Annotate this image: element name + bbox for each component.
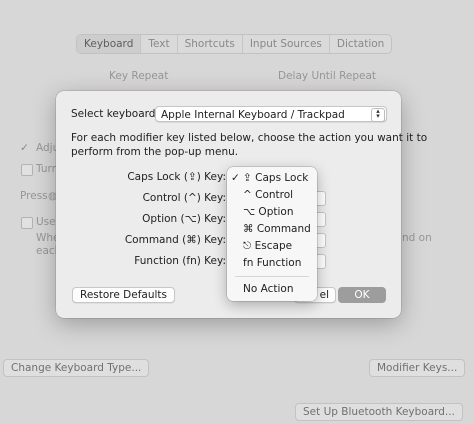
checkmark-icon: ✓ [231, 172, 240, 184]
menu-item-no-action[interactable]: No Action [243, 281, 294, 298]
select-keyboard-label: Select keyboard: [71, 108, 159, 120]
menu-separator [235, 276, 309, 277]
menu-item-option[interactable]: ⌥ Option [243, 204, 293, 221]
menu-item-escape[interactable]: ⎋ Escape [243, 238, 292, 255]
function-key-popup[interactable] [317, 254, 326, 269]
control-key-label: Control (^) Key: [142, 192, 226, 204]
menu-item-function[interactable]: fn Function [243, 255, 301, 272]
menu-item-command[interactable]: ⌘ Command [243, 221, 311, 238]
keyboard-select-value: Apple Internal Keyboard / Trackpad [161, 109, 345, 121]
restore-defaults-button[interactable]: Restore Defaults [72, 287, 176, 303]
ok-button[interactable]: OK [338, 287, 386, 303]
function-key-label: Function (fn) Key: [134, 255, 226, 267]
instructions-line1: For each modifier key listed below, choo… [71, 132, 428, 144]
option-key-popup[interactable] [317, 212, 326, 227]
control-key-popup[interactable] [317, 191, 326, 206]
menu-item-control[interactable]: ^ Control [243, 187, 293, 204]
modifier-action-menu: ✓ ⇪ Caps Lock ^ Control ⌥ Option ⌘ Comma… [227, 167, 317, 301]
option-key-label: Option (⌥) Key: [142, 213, 226, 225]
command-key-popup[interactable] [317, 233, 326, 248]
chevron-up-down-icon: ▴ ▾ [371, 108, 385, 122]
keyboard-select[interactable]: Apple Internal Keyboard / Trackpad ▴ ▾ [155, 106, 387, 122]
menu-item-caps-lock[interactable]: ⇪ Caps Lock [243, 170, 308, 187]
command-key-label: Command (⌘) Key: [124, 234, 226, 246]
instructions-line2: perform from the pop-up menu. [71, 146, 239, 158]
caps-lock-key-label: Caps Lock (⇪) Key: [127, 171, 226, 183]
